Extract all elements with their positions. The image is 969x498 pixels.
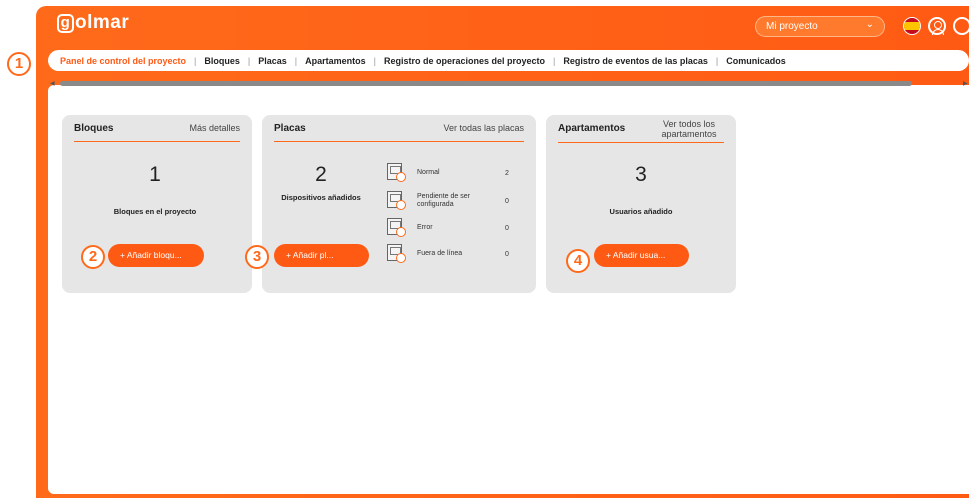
flag-es-icon[interactable] [903,17,921,35]
callout-4: 4 [566,249,590,273]
add-placa-button[interactable]: + Añadir pl... [274,244,369,267]
add-usuario-button[interactable]: + Añadir usua... [594,244,689,267]
status-row-pendiente: Pendiente de ser configurada 0 [387,191,515,211]
golmar-logo: g olmar [57,12,129,34]
user-icon[interactable] [928,17,946,35]
status-count: 2 [505,169,509,177]
scroll-right-arrow-icon[interactable]: ▶ [963,80,968,87]
project-select[interactable]: Mi proyecto ⌄ [755,16,885,37]
tab-apartamentos[interactable]: Apartamentos [297,56,374,66]
logo-letter: g [57,14,74,33]
status-row-fuera-de-linea: Fuera de línea 0 [387,244,515,264]
status-label: Pendiente de ser configurada [417,193,470,208]
status-row-normal: Normal 2 [387,163,515,183]
callout-1: 1 [7,52,31,76]
card-title: Apartamentos [558,123,626,134]
ver-todas-placas-link[interactable]: Ver todas las placas [443,123,524,133]
tab-comunicados[interactable]: Comunicados [718,56,794,66]
placas-desc: Dispositivos añadidos [281,193,361,202]
panel-normal-icon [387,163,407,183]
tab-registro-eventos[interactable]: Registro de eventos de las placas [555,56,716,66]
scroll-left-arrow-icon[interactable]: ◀ [50,80,55,87]
bloques-count: 1 [149,163,161,186]
apartamentos-count: 3 [635,163,647,186]
mas-detalles-link[interactable]: Más detalles [189,123,240,133]
card-header: Bloques Más detalles [74,115,240,142]
project-select-value: Mi proyecto [766,21,818,32]
callout-3: 3 [245,245,269,269]
ver-todos-apartamentos-link[interactable]: Ver todos los apartamentos [654,119,724,139]
card-placas: Placas Ver todas las placas 2 Dispositiv… [262,115,536,293]
status-count: 0 [505,197,509,205]
status-label: Error [417,224,433,231]
add-bloque-button[interactable]: + Añadir bloqu... [108,244,204,267]
tabs-bar: Panel de control del proyecto | Bloques | … [48,50,969,71]
tab-bloques[interactable]: Bloques [196,56,248,66]
support-icon[interactable] [953,17,969,35]
card-title: Bloques [74,122,114,134]
apartamentos-desc: Usuarios añadido [609,207,673,216]
status-label: Fuera de línea [417,250,463,257]
status-label: Normal [417,169,440,176]
panel-error-icon [387,218,407,238]
bloques-desc: Bloques en el proyecto [113,207,197,216]
card-title: Placas [274,122,306,134]
tab-registro-operaciones[interactable]: Registro de operaciones del proyecto [376,56,553,66]
horizontal-scrollbar[interactable] [60,81,912,86]
status-row-error: Error 0 [387,218,515,238]
status-count: 0 [505,250,509,258]
panel-pending-icon [387,191,407,211]
card-header: Placas Ver todas las placas [274,115,524,142]
status-count: 0 [505,224,509,232]
tab-panel-de-control[interactable]: Panel de control del proyecto [60,56,194,66]
tab-placas[interactable]: Placas [250,56,295,66]
placas-count: 2 [315,163,327,186]
card-header: Apartamentos Ver todos los apartamentos [558,115,724,143]
callout-2: 2 [81,245,105,269]
panel-offline-icon [387,244,407,264]
logo-text: olmar [75,12,130,33]
chevron-down-icon: ⌄ [865,19,874,30]
